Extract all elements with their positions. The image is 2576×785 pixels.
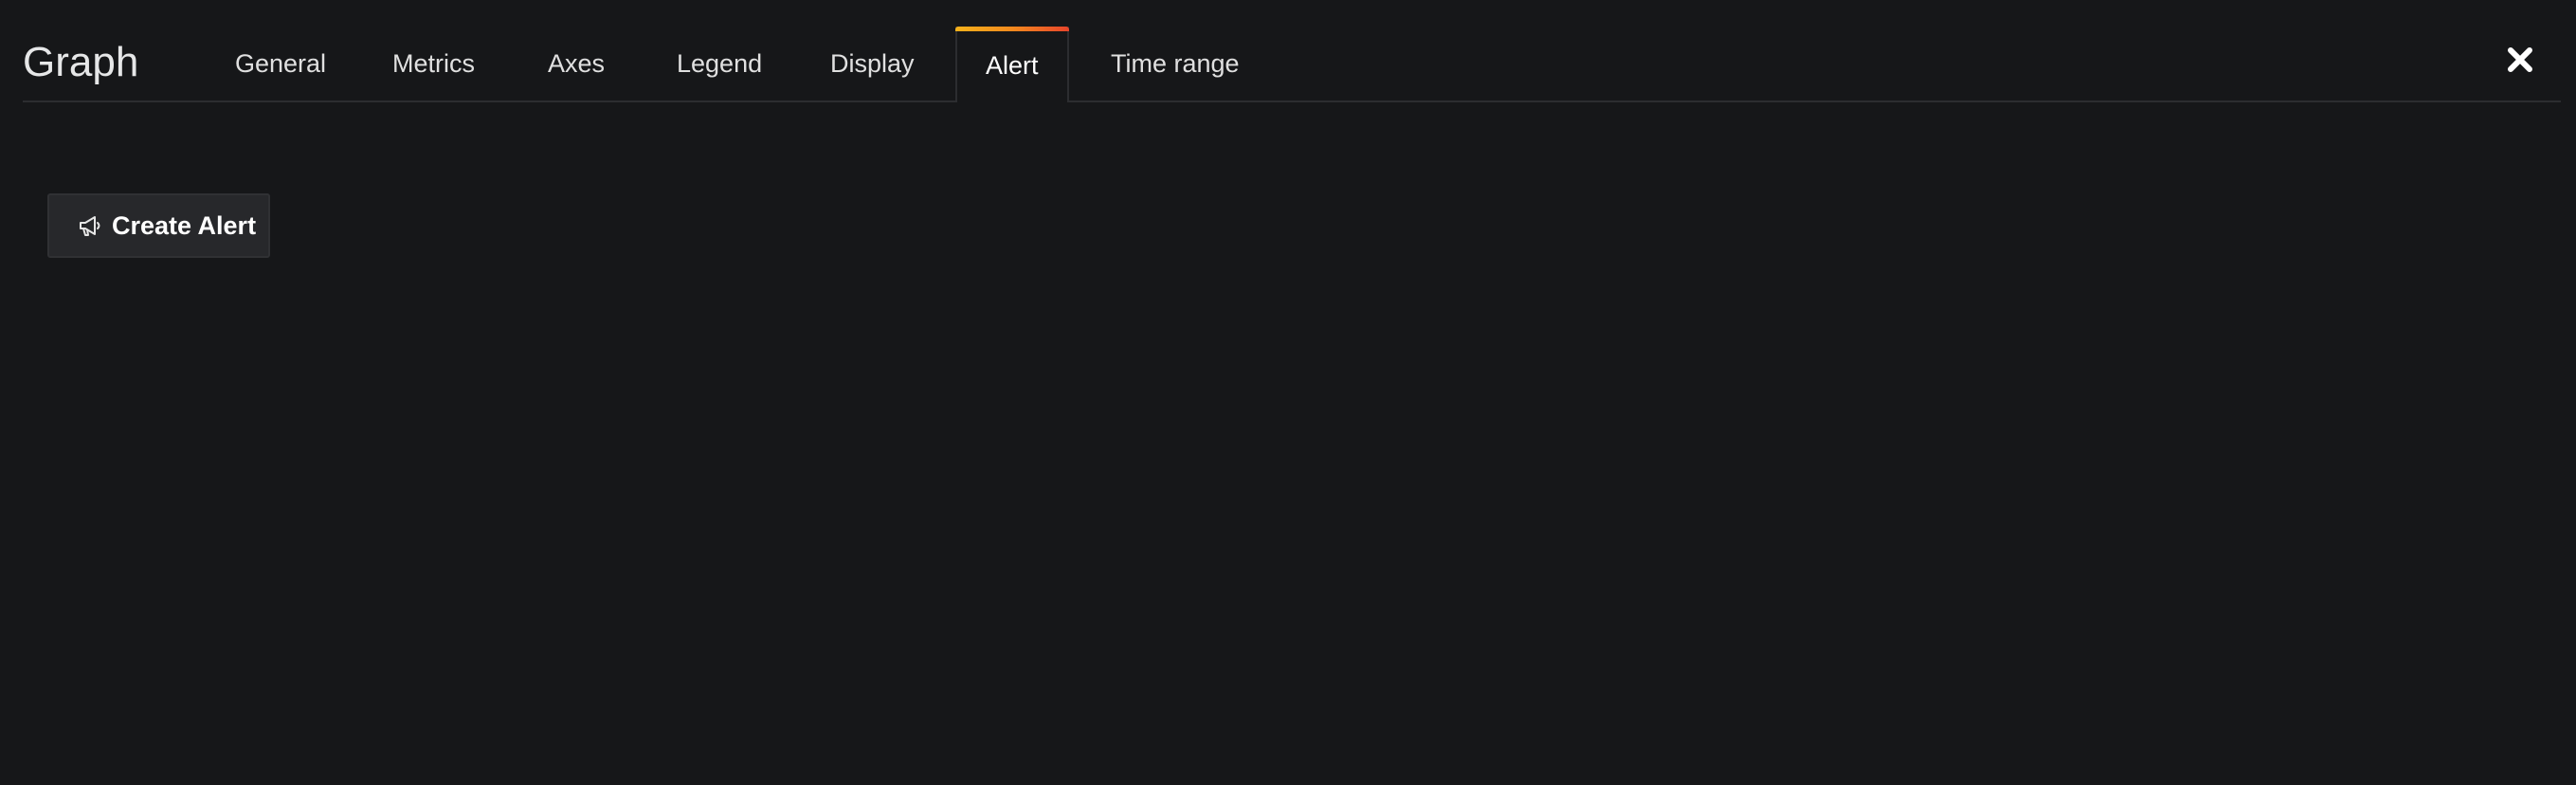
tab-general[interactable]: General xyxy=(235,27,326,100)
tab-time-range[interactable]: Time range xyxy=(1111,27,1240,100)
close-icon xyxy=(2508,47,2532,72)
panel-editor-header: Graph General Metrics Axes Legend Displa… xyxy=(23,27,2561,102)
panel-title: Graph xyxy=(23,39,139,85)
close-button[interactable] xyxy=(2506,46,2534,74)
create-alert-button[interactable]: Create Alert xyxy=(47,193,270,258)
tab-legend[interactable]: Legend xyxy=(677,27,762,100)
megaphone-icon xyxy=(78,213,102,238)
tab-display[interactable]: Display xyxy=(830,27,915,100)
create-alert-label: Create Alert xyxy=(112,210,257,240)
tab-alert[interactable]: Alert xyxy=(955,27,1069,102)
tab-metrics[interactable]: Metrics xyxy=(392,27,475,100)
tab-axes[interactable]: Axes xyxy=(548,27,605,100)
